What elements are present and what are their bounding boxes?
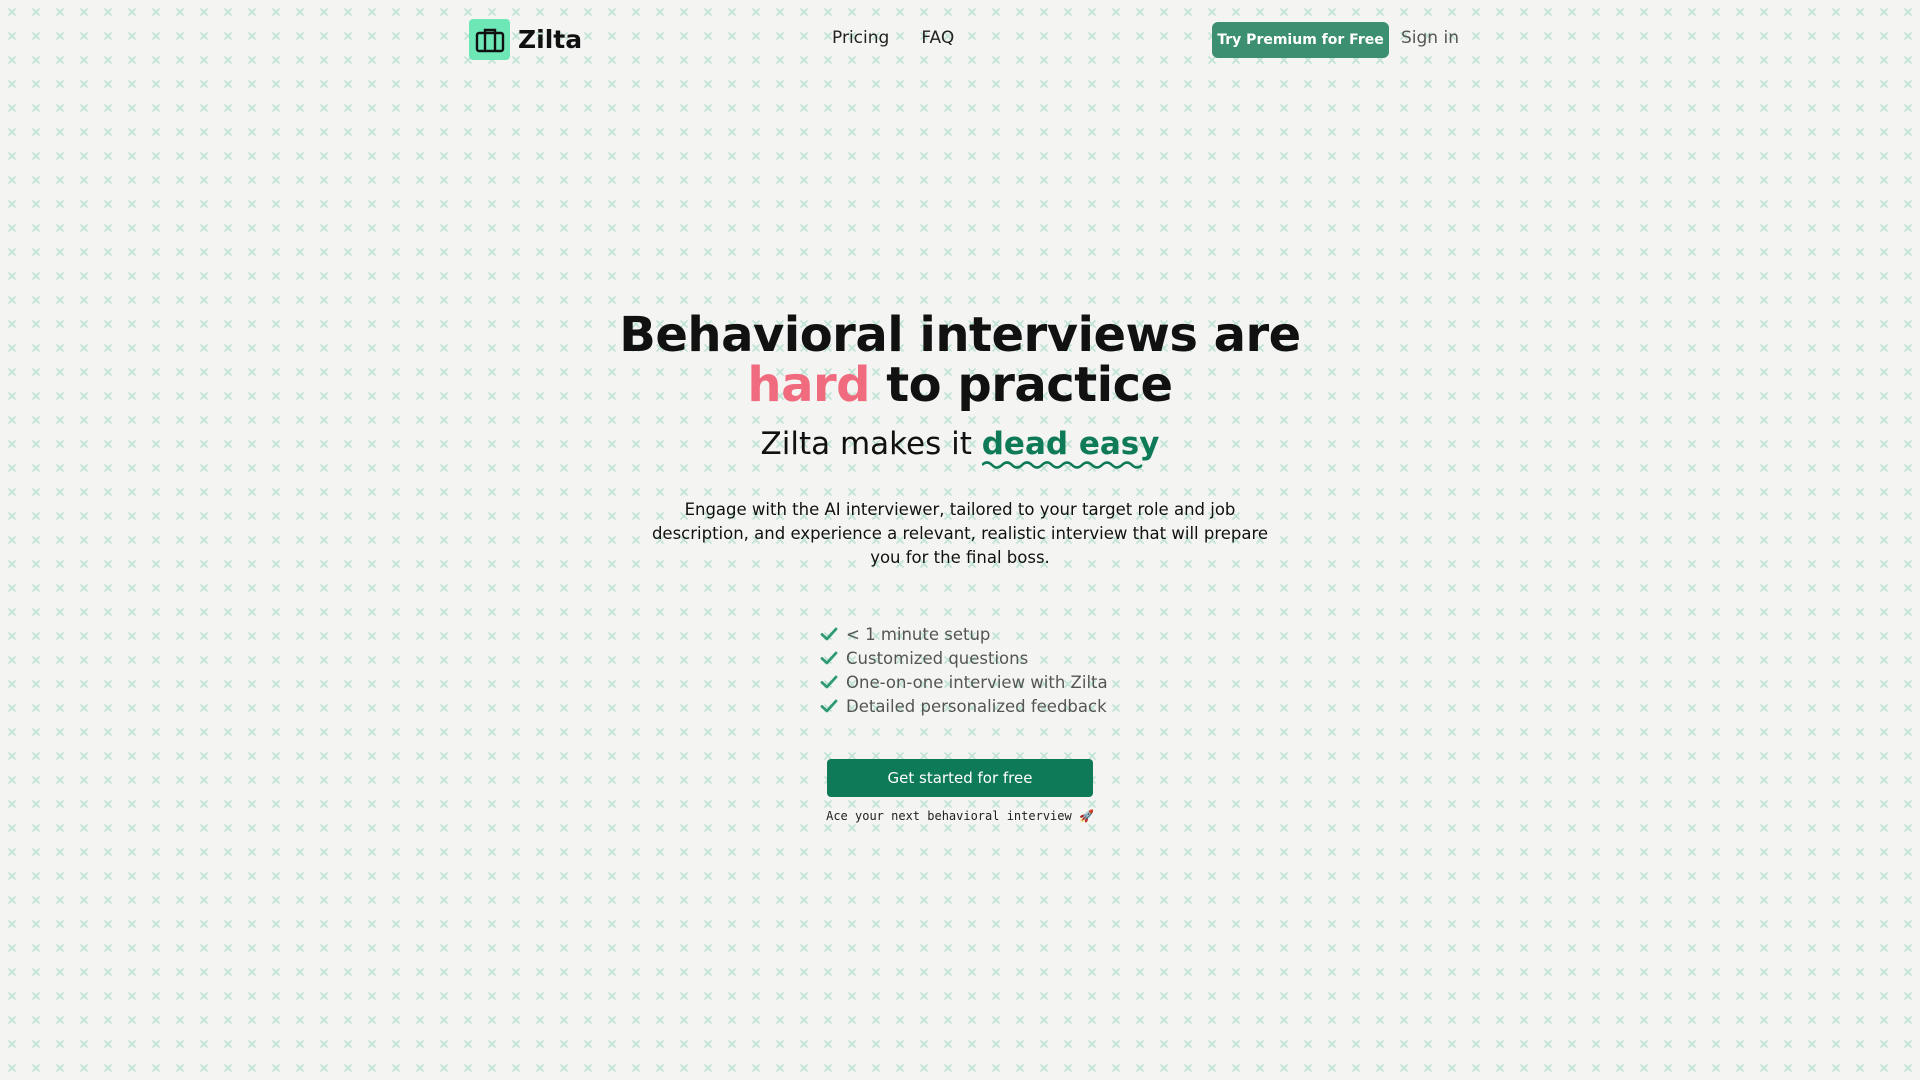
hero-subtitle: Zilta makes it dead easy xyxy=(0,426,1920,469)
check-icon xyxy=(820,699,838,713)
sign-in-link[interactable]: Sign in xyxy=(1401,28,1459,48)
hero-section: Behavioral interviews are hard to practi… xyxy=(0,310,1920,570)
feature-item: < 1 minute setup xyxy=(820,622,1108,646)
subtitle-prefix: Zilta makes it xyxy=(760,426,982,462)
hero-title-line1: Behavioral interviews are xyxy=(619,307,1301,363)
feature-item: Customized questions xyxy=(820,646,1108,670)
feature-item: Detailed personalized feedback xyxy=(820,694,1108,718)
brand-name: Zilta xyxy=(518,25,583,54)
feature-list: < 1 minute setup Customized questions On… xyxy=(820,622,1108,718)
briefcase-icon xyxy=(469,19,510,60)
hero-description: Engage with the AI interviewer, tailored… xyxy=(651,500,1269,567)
main-nav: Pricing FAQ xyxy=(832,28,954,48)
check-icon xyxy=(820,675,838,689)
feature-text: One-on-one interview with Zilta xyxy=(846,672,1108,692)
subtitle-emphasis: dead easy xyxy=(981,426,1160,469)
feature-text: < 1 minute setup xyxy=(846,624,991,644)
cta-tagline: Ace your next behavioral interview 🚀 xyxy=(826,809,1094,823)
nav-pricing[interactable]: Pricing xyxy=(832,28,889,48)
get-started-button[interactable]: Get started for free xyxy=(827,759,1093,797)
subtitle-emphasis-text: dead easy xyxy=(981,426,1160,462)
feature-item: One-on-one interview with Zilta xyxy=(820,670,1108,694)
feature-text: Detailed personalized feedback xyxy=(846,696,1107,716)
feature-text: Customized questions xyxy=(846,648,1029,668)
site-header: Zilta Pricing FAQ Try Premium for Free S… xyxy=(0,0,1920,80)
nav-faq[interactable]: FAQ xyxy=(921,28,954,48)
hero-title-hard: hard xyxy=(747,357,870,413)
logo[interactable]: Zilta xyxy=(469,19,582,60)
try-premium-button[interactable]: Try Premium for Free xyxy=(1212,22,1389,58)
hero-title: Behavioral interviews are hard to practi… xyxy=(0,310,1920,410)
squiggle-underline-icon xyxy=(981,461,1142,469)
check-icon xyxy=(820,627,838,641)
check-icon xyxy=(820,651,838,665)
hero-title-rest: to practice xyxy=(869,357,1173,413)
